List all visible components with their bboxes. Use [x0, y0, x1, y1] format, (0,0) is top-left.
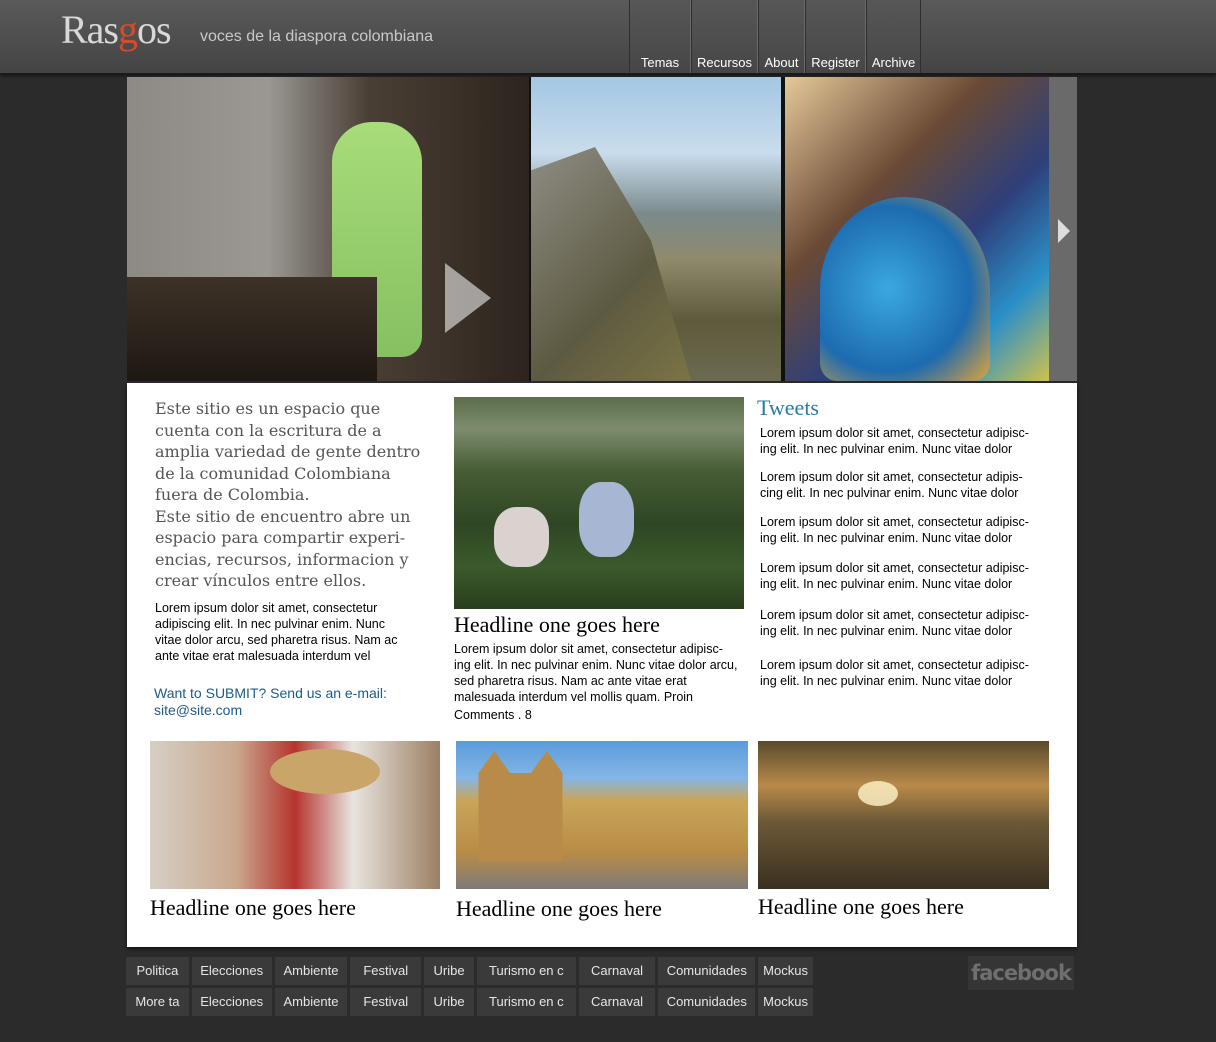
tag-link[interactable]: Mockus — [758, 957, 813, 985]
tag-row: More ta Elecciones Ambiente Festival Uri… — [126, 988, 816, 1019]
tweet-item: Lorem ipsum dolor sit amet, consectetur … — [760, 470, 1023, 500]
tweet-item: Lorem ipsum dolor sit amet, consectetur … — [760, 658, 1029, 688]
tweet-item: Lorem ipsum dolor sit amet, consectetur … — [760, 561, 1029, 591]
submit-info: Want to SUBMIT? Send us an e-mail: site@… — [154, 685, 404, 719]
slider-next-arrow-icon — [1058, 219, 1070, 243]
tag-link[interactable]: Ambiente — [274, 988, 348, 1016]
feature-text: Lorem ipsum dolor sit amet, consectetur … — [454, 642, 738, 704]
main-nav: Temas Recursos About Register Archive — [629, 0, 921, 73]
tag-link[interactable]: Turismo en c — [476, 988, 576, 1016]
nav-item-register[interactable]: Register — [805, 0, 866, 73]
site-header: Rasgos voces de la diaspora colombiana T… — [0, 0, 1216, 74]
photo-rock-shape — [531, 147, 691, 381]
main-content: Este sitio es un espacio que cuenta con … — [127, 383, 1077, 947]
slider-next-button[interactable] — [1049, 77, 1077, 381]
photo-building-shape — [478, 751, 563, 861]
more-tags-link[interactable]: More ta — [126, 988, 189, 1016]
thumb-headline[interactable]: Headline one goes here — [758, 894, 964, 920]
tag-link[interactable]: Festival — [350, 957, 422, 985]
submit-email-link[interactable]: site@site.com — [154, 702, 404, 719]
nav-item-about[interactable]: About — [758, 0, 805, 73]
feature-headline[interactable]: Headline one goes here — [454, 612, 660, 638]
tag-link[interactable]: Carnaval — [578, 988, 656, 1016]
tag-link[interactable]: Turismo en c — [476, 957, 576, 985]
tag-link[interactable]: Ambiente — [274, 957, 348, 985]
intro-para-1: Este sitio es un espacio que cuenta con … — [155, 399, 421, 504]
photo-slider — [127, 77, 1077, 381]
slider-photo-woman-porch[interactable] — [127, 77, 529, 381]
photo-dress-shape — [820, 197, 990, 381]
facebook-logo-link[interactable]: facebook — [968, 956, 1074, 990]
tag-link[interactable]: Elecciones — [191, 957, 272, 985]
nav-item-archive[interactable]: Archive — [866, 0, 921, 73]
thumb-photo-plaza[interactable] — [758, 741, 1049, 889]
tweet-item: Lorem ipsum dolor sit amet, consectetur … — [760, 426, 1029, 456]
tag-link[interactable]: Comunidades — [658, 957, 756, 985]
slider-photo-mountain[interactable] — [531, 77, 781, 381]
photo-hat-shape — [270, 749, 380, 794]
submit-label: Want to SUBMIT? Send us an e-mail: — [154, 685, 387, 701]
logo-text-accent: g — [118, 7, 138, 52]
tweet-item: Lorem ipsum dolor sit amet, consectetur … — [760, 515, 1029, 545]
tag-link[interactable]: Mockus — [758, 988, 813, 1016]
tag-link[interactable]: Festival — [350, 988, 422, 1016]
tag-link[interactable]: Uribe — [424, 957, 474, 985]
intro-lorem: Lorem ipsum dolor sit amet, consectetur … — [155, 601, 398, 663]
intro-text: Este sitio es un espacio que cuenta con … — [155, 398, 425, 592]
tweet-item: Lorem ipsum dolor sit amet, consectetur … — [760, 608, 1029, 638]
slider-prev-arrow-icon[interactable] — [445, 263, 491, 333]
photo-deck-shape — [127, 277, 377, 381]
feature-photo-farmers[interactable] — [454, 397, 744, 609]
tag-link[interactable]: Comunidades — [658, 988, 756, 1016]
thumb-headline[interactable]: Headline one goes here — [150, 895, 356, 921]
logo-text: Ras — [61, 7, 119, 52]
photo-figure-shape — [579, 482, 634, 557]
feature-comments-link[interactable]: Comments . 8 — [454, 708, 532, 722]
tag-link[interactable]: Carnaval — [578, 957, 656, 985]
nav-item-recursos[interactable]: Recursos — [691, 0, 758, 73]
tag-link[interactable]: Politica — [126, 957, 189, 985]
nav-item-temas[interactable]: Temas — [629, 0, 691, 73]
photo-light-shape — [858, 781, 898, 806]
tweets-title: Tweets — [757, 395, 819, 420]
tag-link[interactable]: Elecciones — [191, 988, 272, 1016]
thumb-photo-cathedral[interactable] — [456, 741, 748, 889]
site-tagline: voces de la diaspora colombiana — [200, 28, 434, 45]
thumb-headline[interactable]: Headline one goes here — [456, 896, 662, 922]
intro-para-2: Este sitio de encuentro abre un espacio … — [155, 506, 411, 591]
photo-figure-shape — [494, 507, 549, 567]
slider-photo-dancer[interactable] — [785, 77, 1051, 381]
tag-row: Politica Elecciones Ambiente Festival Ur… — [126, 957, 816, 988]
site-logo[interactable]: Rasgos — [61, 6, 172, 53]
tag-cloud: Politica Elecciones Ambiente Festival Ur… — [126, 957, 816, 1019]
thumb-photo-man-hat[interactable] — [150, 741, 440, 889]
logo-text-end: os — [137, 7, 172, 52]
tag-link[interactable]: Uribe — [424, 988, 474, 1016]
